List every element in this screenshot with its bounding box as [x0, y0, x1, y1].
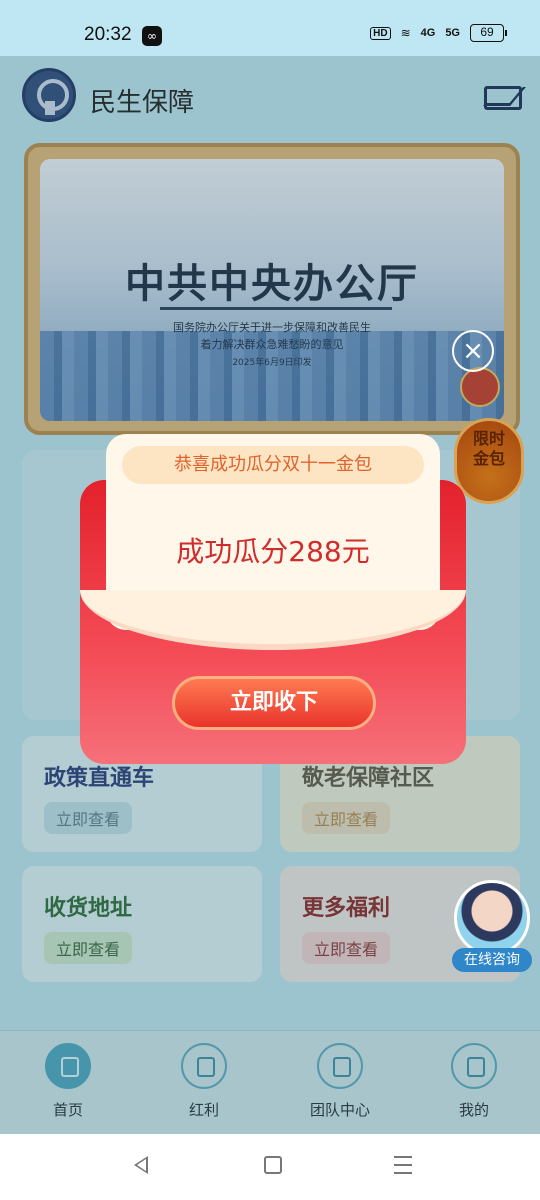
gold-badge-text: 限时 金包 [457, 429, 521, 469]
status-bar: 20:32 ∞ HD ≋ 4G 5G 69 [0, 0, 540, 56]
gold-badge-line2: 金包 [472, 449, 505, 468]
consult-label: 在线咨询 [452, 948, 532, 972]
back-icon[interactable] [134, 1156, 148, 1174]
battery-icon: 69 [470, 24, 507, 42]
close-modal-button[interactable]: × [452, 330, 494, 372]
online-consult-button[interactable]: 在线咨询 [452, 880, 532, 974]
recent-apps-icon[interactable] [394, 1156, 412, 1174]
gold-badge-line1: 限时 [472, 429, 505, 448]
status-icons: HD ≋ 4G 5G 69 [370, 24, 507, 42]
modal-amount: 成功瓜分288元 [176, 535, 370, 568]
signal-5g-icon: 5G [445, 27, 460, 39]
modal-header: 恭喜成功瓜分双十一金包 [122, 446, 424, 484]
hd-icon: HD [370, 26, 391, 40]
status-time: 20:32 [84, 24, 132, 45]
consultant-avatar [454, 880, 530, 956]
system-home-icon[interactable] [264, 1156, 282, 1174]
notification-app-icon: ∞ [142, 26, 162, 46]
accept-button[interactable]: 立即收下 [172, 676, 376, 730]
system-nav-bar [0, 1134, 540, 1200]
wifi-icon: ≋ [400, 26, 411, 40]
limited-gold-packet-badge[interactable]: 限时 金包 [454, 418, 524, 504]
signal-4g-icon: 4G [420, 27, 436, 39]
